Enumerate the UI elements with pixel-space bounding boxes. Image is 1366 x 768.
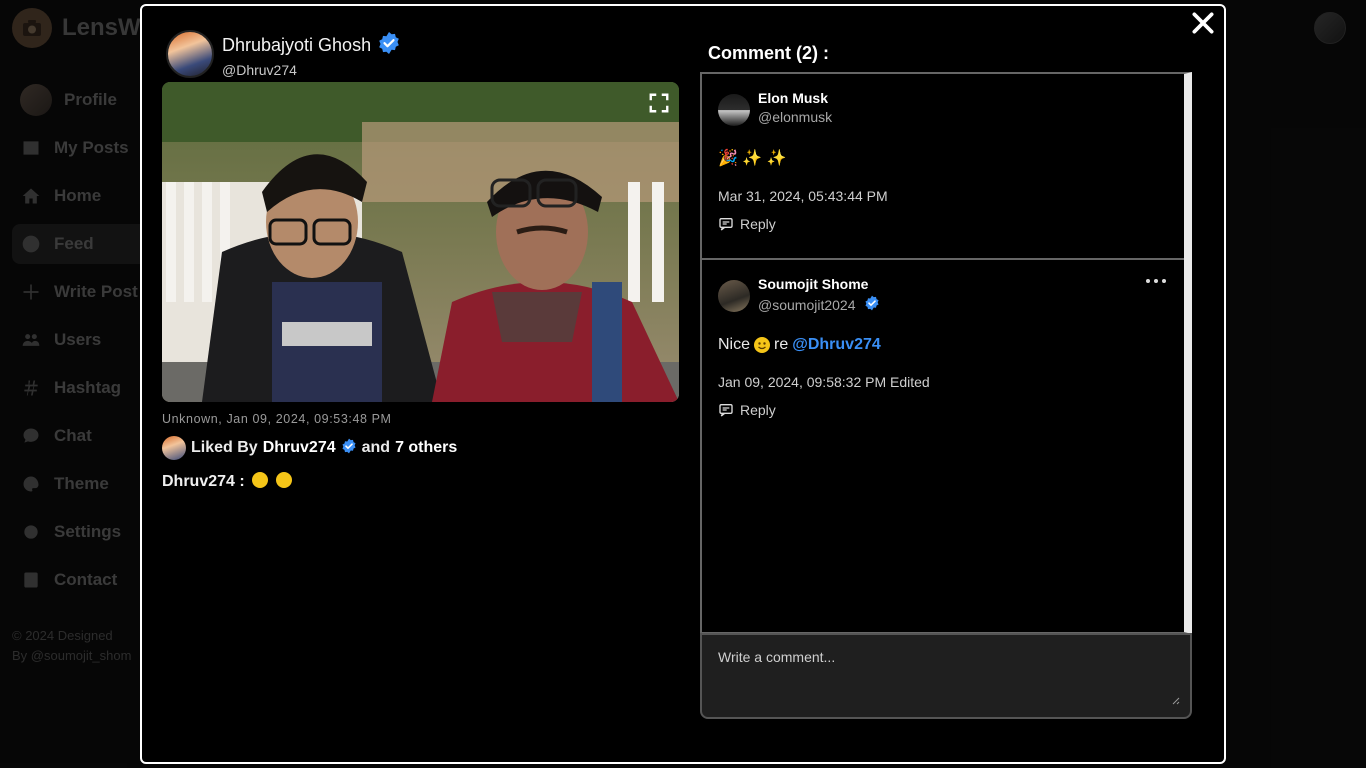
mention-link[interactable]: @Dhruv274 <box>792 336 881 354</box>
comment-item: Elon Musk @elonmusk 🎉 ✨ ✨ Mar 31, 2024, … <box>702 74 1184 260</box>
comments-title: Comment (2) : <box>708 43 829 63</box>
post-author: Dhrubajyoti Ghosh @Dhruv274 <box>166 30 401 78</box>
liked-by-and: and <box>361 439 391 456</box>
post-photo <box>162 82 679 402</box>
post-caption: Dhruv274 : <box>162 472 292 491</box>
reply-label: Reply <box>740 402 776 418</box>
comment-text: Nice re @Dhruv274 <box>718 336 881 354</box>
comment-author-name[interactable]: Soumojit Shome <box>758 276 868 292</box>
comment-date: Mar 31, 2024, 05:43:44 PM <box>718 188 888 204</box>
post-meta: Unknown, Jan 09, 2024, 09:53:48 PM <box>162 412 392 426</box>
author-name[interactable]: Dhrubajyoti Ghosh <box>222 35 371 56</box>
comment-author-handle: @elonmusk <box>758 109 833 125</box>
comment-author-handle-row: @soumojit2024 <box>758 295 880 314</box>
verified-badge-icon <box>864 295 880 314</box>
caption-user[interactable]: Dhruv274 : <box>162 473 245 490</box>
comment-input[interactable] <box>700 633 1192 719</box>
comment-item: Soumojit Shome @soumojit2024 Nice re @Dh… <box>702 260 1184 632</box>
close-icon[interactable] <box>1190 10 1216 36</box>
more-options-icon[interactable] <box>1146 274 1166 288</box>
comment-author-name[interactable]: Elon Musk <box>758 90 828 106</box>
smile-emoji-icon <box>754 337 771 353</box>
liked-by-user[interactable]: Dhruv274 <box>263 439 336 457</box>
avatar[interactable] <box>718 94 750 126</box>
liked-others-link[interactable]: 7 others <box>395 439 457 457</box>
verified-badge-icon <box>377 31 401 60</box>
resize-grip-icon[interactable] <box>1170 695 1180 705</box>
reply-icon <box>719 218 733 231</box>
grin-emoji-icon <box>275 472 292 488</box>
liked-by-label: Liked By <box>191 439 258 456</box>
comment-author-handle: @soumojit2024 <box>758 296 856 313</box>
avatar <box>162 436 186 460</box>
fullscreen-icon[interactable] <box>648 92 670 114</box>
avatar[interactable] <box>718 280 750 312</box>
post-modal: Dhrubajyoti Ghosh @Dhruv274 Unknown, Jan… <box>140 4 1226 764</box>
post-image[interactable] <box>162 82 679 402</box>
reply-button[interactable]: Reply <box>718 216 778 232</box>
avatar[interactable] <box>166 30 214 78</box>
liked-by-row[interactable]: Liked By Dhruv274 and 7 others <box>162 436 457 460</box>
reply-label: Reply <box>740 216 776 232</box>
reply-button[interactable]: Reply <box>718 402 778 418</box>
smile-emoji-icon <box>252 472 269 488</box>
verified-badge-icon <box>341 438 357 459</box>
reply-icon <box>719 404 733 417</box>
comment-date: Jan 09, 2024, 09:58:32 PM Edited <box>718 374 930 390</box>
comment-text: 🎉 ✨ ✨ <box>718 150 787 167</box>
author-handle: @Dhruv274 <box>222 61 297 78</box>
comments-list[interactable]: Elon Musk @elonmusk 🎉 ✨ ✨ Mar 31, 2024, … <box>700 72 1192 634</box>
